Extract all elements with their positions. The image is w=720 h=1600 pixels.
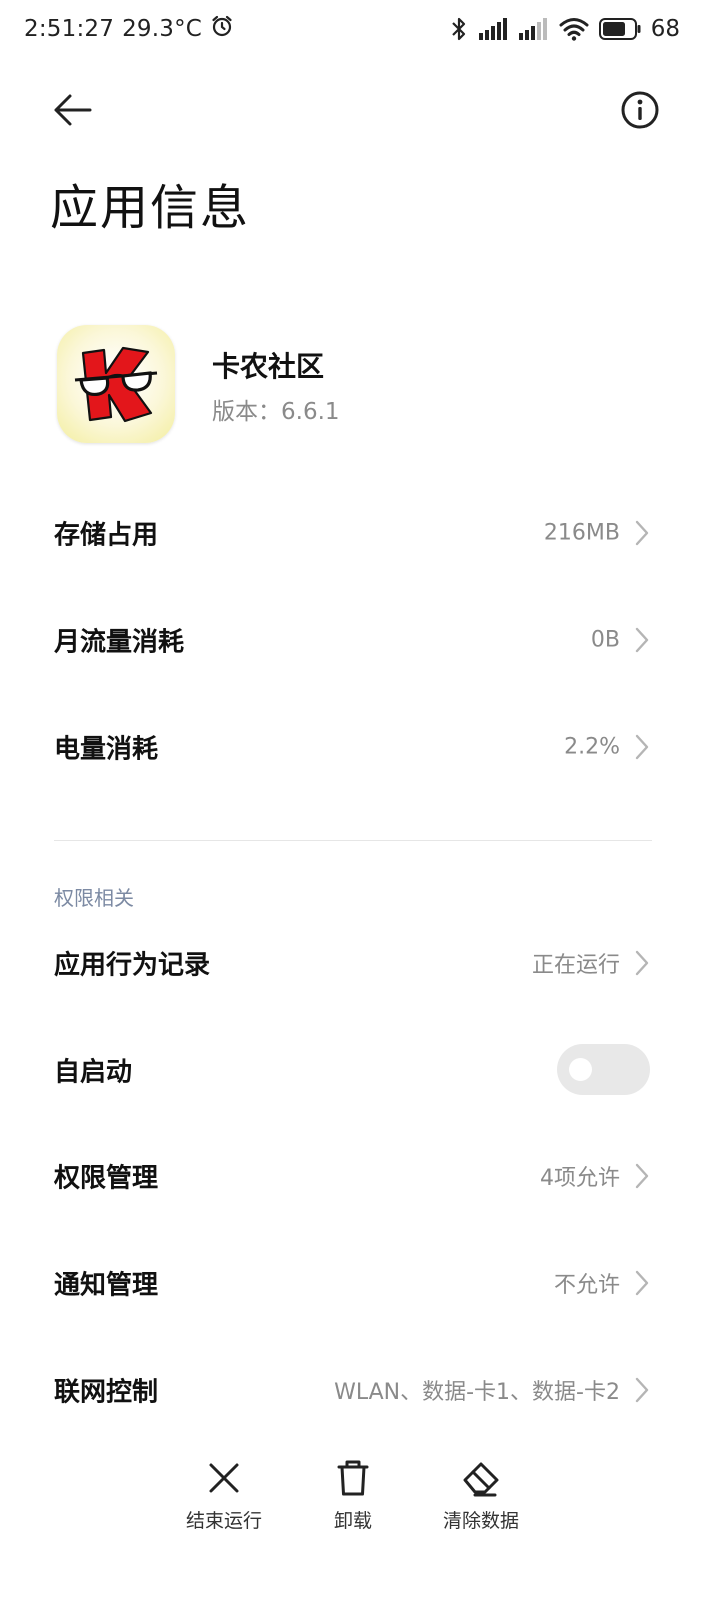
chevron-right-icon — [635, 950, 649, 976]
status-left: 2:51:27 29.3°C — [24, 14, 234, 44]
status-right: 68 — [449, 16, 680, 42]
status-time: 2:51:27 — [24, 16, 115, 42]
row-data-usage-label: 月流量消耗 — [54, 627, 185, 658]
app-version: 版本：6.6.1 — [212, 392, 340, 426]
bottom-action-bar: 结束运行 卸载 清除数据 — [0, 1440, 720, 1560]
app-icon — [57, 325, 175, 443]
chevron-right-icon — [635, 1270, 649, 1296]
wifi-icon — [559, 17, 589, 41]
app-version-label: 版本： — [212, 399, 281, 425]
row-battery-usage[interactable]: 电量消耗 2.2% — [0, 697, 720, 797]
battery-icon — [598, 18, 641, 40]
row-permission-management[interactable]: 权限管理 4项允许 — [0, 1126, 720, 1226]
bluetooth-icon — [449, 16, 469, 42]
battery-level: 68 — [650, 16, 680, 42]
back-button[interactable] — [48, 86, 100, 134]
force-stop-label: 结束运行 — [185, 1510, 262, 1532]
alarm-icon — [210, 14, 234, 44]
toggle-knob — [569, 1058, 592, 1081]
chevron-right-icon — [635, 1163, 649, 1189]
row-network-control-value: WLAN、数据-卡1、数据-卡2 — [334, 1380, 620, 1405]
row-app-behavior-value: 正在运行 — [531, 953, 620, 978]
row-storage[interactable]: 存储占用 216MB — [0, 483, 720, 583]
status-temperature: 29.3°C — [122, 16, 203, 42]
signal-sim1-icon — [478, 18, 509, 40]
row-notification-management-label: 通知管理 — [54, 1270, 159, 1301]
info-icon — [621, 91, 659, 129]
autostart-toggle[interactable] — [557, 1044, 650, 1095]
row-app-behavior[interactable]: 应用行为记录 正在运行 — [0, 913, 720, 1013]
app-name: 卡农社区 — [212, 350, 325, 383]
chevron-right-icon — [635, 627, 649, 653]
row-notification-management[interactable]: 通知管理 不允许 — [0, 1233, 720, 1333]
close-icon — [209, 1463, 239, 1493]
back-arrow-icon — [54, 94, 92, 126]
page-title: 应用信息 — [50, 180, 251, 236]
row-data-usage[interactable]: 月流量消耗 0B — [0, 590, 720, 690]
status-bar: 2:51:27 29.3°C 68 — [0, 0, 720, 64]
chevron-right-icon — [635, 1377, 649, 1403]
uninstall-button[interactable]: 卸载 — [293, 1458, 413, 1548]
row-permission-management-value: 4项允许 — [540, 1166, 620, 1191]
force-stop-button[interactable]: 结束运行 — [164, 1458, 284, 1548]
eraser-icon — [463, 1462, 499, 1497]
row-battery-usage-label: 电量消耗 — [54, 734, 159, 765]
row-permission-management-label: 权限管理 — [54, 1163, 159, 1194]
row-network-control[interactable]: 联网控制 WLAN、数据-卡1、数据-卡2 — [0, 1340, 720, 1440]
section-divider — [54, 840, 652, 841]
chevron-right-icon — [635, 734, 649, 760]
info-button[interactable] — [618, 88, 662, 132]
signal-sim2-icon — [518, 18, 549, 40]
chevron-right-icon — [635, 520, 649, 546]
trash-icon — [337, 1460, 369, 1496]
row-storage-label: 存储占用 — [54, 520, 159, 551]
app-version-value: 6.6.1 — [281, 399, 340, 425]
row-data-usage-value: 0B — [590, 627, 620, 653]
clear-data-label: 清除数据 — [442, 1510, 519, 1532]
row-app-behavior-label: 应用行为记录 — [54, 950, 211, 981]
app-logo-k-icon — [74, 346, 158, 423]
uninstall-label: 卸载 — [333, 1510, 372, 1532]
row-battery-usage-value: 2.2% — [564, 734, 620, 760]
row-autostart-label: 自启动 — [54, 1057, 133, 1088]
row-notification-management-value: 不允许 — [553, 1273, 620, 1298]
row-storage-value: 216MB — [543, 520, 620, 546]
clear-data-button[interactable]: 清除数据 — [421, 1458, 541, 1548]
row-network-control-label: 联网控制 — [54, 1377, 159, 1408]
app-info-screen: 2:51:27 29.3°C 68 应用信息 卡农社区 版本：6.6.1 存储占… — [0, 0, 720, 1600]
section-header-permissions: 权限相关 — [54, 886, 134, 910]
